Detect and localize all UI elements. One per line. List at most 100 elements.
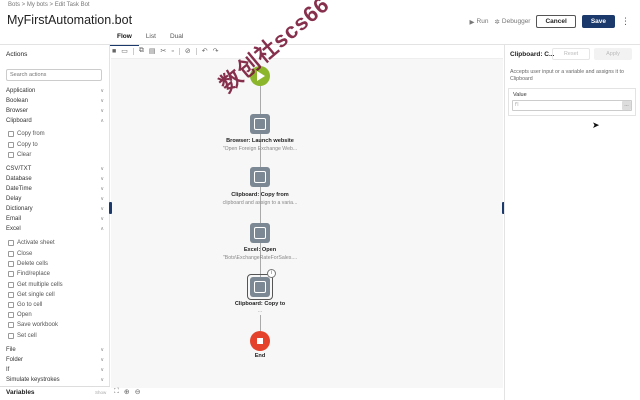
action-group-database[interactable]: Database ∨ — [6, 176, 104, 182]
copy-icon[interactable]: ⧉ — [139, 47, 144, 55]
chevron-up-icon: ∧ — [100, 118, 104, 124]
action-icon — [8, 312, 14, 318]
action-group-delay[interactable]: Delay ∨ — [6, 196, 104, 202]
action-icon — [8, 333, 14, 339]
fit-icon[interactable]: ⛶ — [114, 388, 119, 396]
zoom-out-icon[interactable]: ⊖ — [135, 388, 141, 396]
save-button[interactable]: Save — [581, 15, 615, 28]
group-label: DateTime — [6, 186, 32, 192]
delete-icon[interactable]: ▫ — [171, 48, 173, 55]
action-group-dictionary[interactable]: Dictionary ∨ — [6, 206, 104, 212]
action-group-browser[interactable]: Browser ∨ — [6, 108, 104, 114]
more-icon[interactable]: ⋮ — [621, 16, 630, 27]
action-group-file[interactable]: File ∨ — [6, 347, 104, 353]
action-label: Close — [17, 251, 33, 257]
flow-node-launch-website[interactable] — [250, 114, 270, 134]
node-title: Excel: Open — [243, 247, 277, 253]
chevron-down-icon: ∨ — [100, 176, 104, 182]
variables-label: Variables — [6, 389, 35, 396]
info-icon[interactable]: i — [267, 269, 276, 278]
reset-button[interactable]: Reset — [552, 48, 590, 60]
group-label: Browser — [6, 108, 29, 114]
flow-canvas[interactable] — [111, 58, 503, 388]
group-label: Clipboard — [6, 118, 32, 124]
action-go-to-cell[interactable]: Go to cell — [8, 302, 42, 308]
action-group-clipboard[interactable]: Clipboard ∧ — [6, 118, 104, 124]
apply-button[interactable]: Apply — [594, 48, 632, 60]
action-group-email[interactable]: Email ∨ — [6, 216, 104, 222]
node-title: Clipboard: Copy from — [231, 192, 289, 198]
action-group-boolean[interactable]: Boolean ∨ — [6, 98, 104, 104]
cancel-button[interactable]: Cancel — [536, 15, 576, 28]
search-actions-input[interactable] — [6, 69, 102, 81]
action-activate-sheet[interactable]: Activate sheet — [8, 240, 55, 246]
action-copy-from[interactable]: Copy from — [8, 131, 45, 137]
action-close[interactable]: Close — [8, 251, 32, 257]
divider — [178, 47, 180, 55]
redo-icon[interactable]: ↷ — [213, 47, 219, 55]
undo-icon[interactable]: ↶ — [202, 47, 208, 55]
action-group-simulate-keystrokes[interactable]: Simulate keystrokes ∨ — [6, 377, 104, 383]
action-find-replace[interactable]: Find/replace — [8, 271, 50, 277]
action-group-application[interactable]: Application ∨ — [6, 88, 104, 94]
node-subtitle: clipboard and assign to a varia... — [222, 200, 298, 206]
action-copy-to[interactable]: Copy to — [8, 142, 38, 148]
node-subtitle: "Bots\ExchangeRateForSales.... — [222, 255, 298, 261]
action-label: Open — [17, 312, 32, 318]
action-group-excel[interactable]: Excel ∧ — [6, 226, 104, 232]
action-icon — [8, 302, 14, 308]
variables-toggle[interactable]: Show — [95, 390, 106, 395]
node-icon — [254, 171, 266, 183]
action-save-workbook[interactable]: Save workbook — [8, 322, 58, 328]
action-clear[interactable]: Clear — [8, 152, 31, 158]
action-open[interactable]: Open — [8, 312, 32, 318]
chevron-down-icon: ∨ — [100, 98, 104, 104]
value-input[interactable] — [512, 100, 632, 111]
insert-variable-icon[interactable]: ⋯ — [622, 101, 631, 110]
flow-node-copy-from[interactable] — [250, 167, 270, 187]
zoom-in-icon[interactable]: ⊕ — [124, 388, 130, 396]
group-label: Simulate keystrokes — [6, 377, 60, 383]
action-icon — [8, 240, 14, 246]
end-label: End — [254, 353, 266, 359]
action-icon — [8, 271, 14, 277]
disable-icon[interactable]: ⊘ — [185, 47, 191, 55]
end-node[interactable] — [250, 331, 270, 351]
breadcrumb[interactable]: Bots > My bots > Edit Task Bot — [8, 2, 90, 8]
paste-icon[interactable]: ▤ — [149, 47, 156, 55]
chevron-down-icon: ∨ — [100, 186, 104, 192]
collapse-left-handle[interactable] — [109, 202, 112, 214]
cut-icon[interactable]: ✂ — [160, 47, 166, 55]
run-button[interactable]: ▶ Run — [470, 18, 489, 26]
chevron-up-icon: ∧ — [100, 226, 104, 232]
action-delete-cells[interactable]: Delete cells — [8, 261, 48, 267]
display-icon[interactable]: ▭ — [121, 47, 128, 55]
action-get-single-cell[interactable]: Get single cell — [8, 292, 55, 298]
action-group-csv[interactable]: CSV/TXT ∨ — [6, 166, 104, 172]
flow-node-copy-to[interactable] — [250, 277, 270, 297]
debugger-button[interactable]: ✲ Debugger — [494, 18, 530, 26]
chevron-down-icon: ∨ — [100, 166, 104, 172]
value-input-placeholder: f'l — [515, 102, 519, 108]
action-set-cell[interactable]: Set cell — [8, 333, 37, 339]
action-label: Delete cells — [17, 261, 49, 267]
node-subtitle: ... — [257, 308, 263, 314]
action-icon — [8, 292, 14, 298]
zoom-controls: ⛶ ⊕ ⊖ — [114, 388, 141, 396]
action-group-datetime[interactable]: DateTime ∨ — [6, 186, 104, 192]
stop-icon — [257, 338, 263, 344]
action-group-folder[interactable]: Folder ∨ — [6, 357, 104, 363]
chevron-down-icon: ∨ — [100, 357, 104, 363]
action-group-if[interactable]: If ∨ — [6, 367, 104, 373]
flow-node-excel-open[interactable] — [250, 223, 270, 243]
chevron-down-icon: ∨ — [100, 196, 104, 202]
debugger-label: Debugger — [501, 18, 531, 25]
video-icon[interactable]: ■ — [112, 48, 116, 55]
action-get-multiple-cells[interactable]: Get multiple cells — [8, 282, 63, 288]
connector-line — [260, 86, 261, 114]
properties-description: Accepts user input or a variable and ass… — [510, 69, 624, 82]
action-label: Activate sheet — [17, 240, 55, 246]
action-icon — [8, 152, 14, 158]
group-label: CSV/TXT — [6, 166, 32, 172]
action-label: Get single cell — [17, 292, 55, 298]
